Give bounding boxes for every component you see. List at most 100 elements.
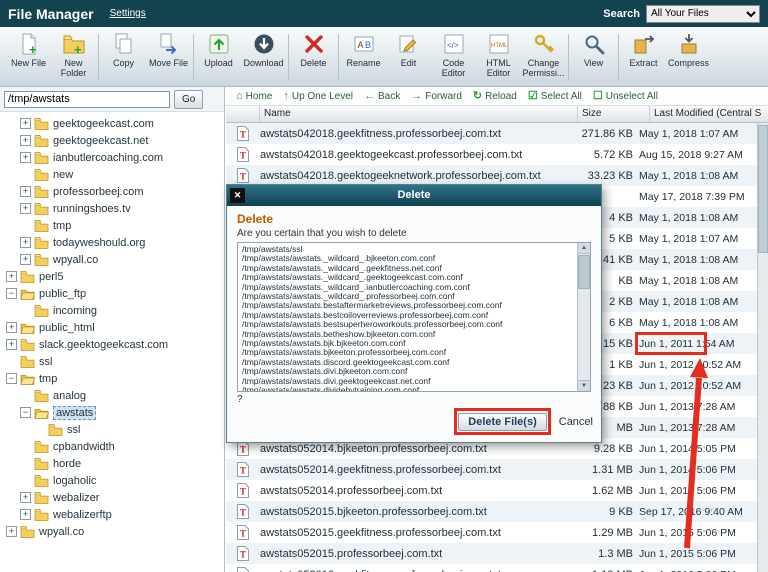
scroll-down-icon[interactable]: ▼ [578, 380, 590, 391]
toolbar-label: HTML Editor [477, 58, 521, 78]
action-unselect-all[interactable]: ☐Unselect All [593, 91, 658, 102]
tree-item-todayweshould-org[interactable]: +todayweshould.org [0, 234, 224, 251]
file-row[interactable]: Tawstats052014.geekfitness.professorbeej… [226, 459, 757, 480]
tree-item-awstats[interactable]: −awstats [0, 404, 224, 421]
file-row[interactable]: Tawstats052015.bjkeeton.professorbeej.co… [226, 501, 757, 522]
toolbar-view[interactable]: View [571, 31, 616, 68]
tree-item-ianbutlercoaching-com[interactable]: +ianbutlercoaching.com [0, 149, 224, 166]
toolbar-edit[interactable]: Edit [386, 31, 431, 68]
expand-icon[interactable]: + [20, 509, 31, 520]
toolbar-new-folder[interactable]: +New Folder [51, 31, 96, 78]
expand-icon[interactable]: + [6, 322, 17, 333]
cancel-button[interactable]: Cancel [559, 416, 593, 428]
settings-link[interactable]: Settings [110, 8, 146, 19]
toolbar-divider [568, 34, 569, 80]
collapse-icon[interactable]: − [20, 407, 31, 418]
tree-item-public-html[interactable]: +public_html [0, 319, 224, 336]
toolbar-compress[interactable]: Compress [666, 31, 711, 68]
action-home[interactable]: ⌂Home [236, 91, 272, 102]
tree-item-ssl[interactable]: ssl [0, 353, 224, 370]
expand-icon[interactable]: + [20, 254, 31, 265]
delete-files-button[interactable]: Delete File(s) [458, 413, 546, 431]
tree-item-perl5[interactable]: +perl5 [0, 268, 224, 285]
toolbar-download[interactable]: Download [241, 31, 286, 68]
expand-icon[interactable]: + [20, 186, 31, 197]
expand-icon[interactable]: + [20, 135, 31, 146]
file-modified: May 1, 2018 1:08 AM [639, 171, 757, 181]
tree-item-cpbandwidth[interactable]: cpbandwidth [0, 438, 224, 455]
action-select-all[interactable]: ☑Select All [528, 91, 582, 102]
tree-item-webalizer[interactable]: +webalizer [0, 489, 224, 506]
scroll-up-icon[interactable]: ▲ [578, 243, 590, 254]
tree-item-public-ftp[interactable]: −public_ftp [0, 285, 224, 302]
tree-item-ssl[interactable]: ssl [0, 421, 224, 438]
toolbar-rename[interactable]: ABRename [341, 31, 386, 68]
search-filter-select[interactable]: All Your Files [646, 5, 760, 23]
tree-item-new[interactable]: new [0, 166, 224, 183]
tree-item-geektogeekcast-com[interactable]: +geektogeekcast.com [0, 115, 224, 132]
column-size[interactable]: Size [578, 106, 650, 122]
toolbar-change-permissi[interactable]: Change Permissi... [521, 31, 566, 78]
expand-icon[interactable]: + [20, 152, 31, 163]
file-row[interactable]: Tawstats052014.professorbeej.com.txt1.62… [226, 480, 757, 501]
expand-icon[interactable]: + [20, 203, 31, 214]
path-input[interactable] [4, 91, 170, 108]
file-row[interactable]: Tawstats052015.professorbeej.com.txt1.3 … [226, 543, 757, 564]
toolbar-move-file[interactable]: Move File [146, 31, 191, 68]
close-icon[interactable]: ✕ [230, 188, 245, 203]
path-go-button[interactable]: Go [174, 90, 203, 109]
toolbar-divider [193, 34, 194, 80]
tree-item-horde[interactable]: horde [0, 455, 224, 472]
action-forward[interactable]: →Forward [411, 91, 462, 102]
expand-icon[interactable]: + [20, 237, 31, 248]
expand-icon[interactable]: + [20, 118, 31, 129]
file-modified: Sep 17, 2016 9:40 AM [639, 507, 757, 517]
file-action-bar: ⌂Home ↑Up One Level ←Back →Forward ↻Reload ☑S… [226, 87, 768, 106]
expand-icon[interactable]: + [6, 339, 17, 350]
file-row[interactable]: Tawstats052016.geekfitness.professorbeej… [226, 564, 757, 572]
tree-item-wpyall-co[interactable]: +wpyall.co [0, 251, 224, 268]
toolbar-delete[interactable]: Delete [291, 31, 336, 68]
file-row[interactable]: Tawstats042018.geektogeeknetwork.profess… [226, 165, 757, 186]
dialog-scrollbar[interactable]: ▲ ▼ [577, 243, 590, 391]
toolbar-extract[interactable]: Extract [621, 31, 666, 68]
column-modified[interactable]: Last Modified (Central S [650, 106, 768, 122]
tree-item-webalizerftp[interactable]: +webalizerftp [0, 506, 224, 523]
collapse-icon[interactable]: − [6, 288, 17, 299]
file-modified: Jun 1, 2013 7:28 AM [639, 402, 757, 412]
tree-item-analog[interactable]: analog [0, 387, 224, 404]
scrollbar-thumb[interactable] [758, 125, 768, 253]
tree-item-geektogeekcast-net[interactable]: +geektogeekcast.net [0, 132, 224, 149]
folder-open-icon [20, 287, 35, 300]
file-row[interactable]: Tawstats042018.geekfitness.professorbeej… [226, 123, 757, 144]
vertical-scrollbar[interactable] [757, 123, 768, 572]
tree-item-slack-geektogeekcast-com[interactable]: +slack.geektogeekcast.com [0, 336, 224, 353]
toolbar-html-editor[interactable]: HTMLHTML Editor [476, 31, 521, 78]
expand-icon[interactable]: + [6, 526, 17, 537]
toolbar-new-file[interactable]: +New File [6, 31, 51, 68]
tree-item-label: runningshoes.tv [53, 203, 131, 215]
collapse-icon[interactable]: − [6, 373, 17, 384]
column-name[interactable]: Name [260, 106, 578, 122]
tree-item-runningshoes-tv[interactable]: + runningshoes.tv [0, 200, 224, 217]
folder-closed-icon [34, 202, 49, 215]
expand-icon[interactable]: + [6, 271, 17, 282]
tree-item-wpyall-co[interactable]: +wpyall.co [0, 523, 224, 540]
file-row[interactable]: Tawstats042018.geektogeekcast.professorb… [226, 144, 757, 165]
tree-item-logaholic[interactable]: logaholic [0, 472, 224, 489]
action-reload[interactable]: ↻Reload [473, 91, 517, 102]
tree-item-tmp[interactable]: −tmp [0, 370, 224, 387]
toolbar-divider [618, 34, 619, 80]
tree-item-incoming[interactable]: incoming [0, 302, 224, 319]
file-row[interactable]: Tawstats052015.geekfitness.professorbeej… [226, 522, 757, 543]
tree-item-professorbeej-com[interactable]: +professorbeej.com [0, 183, 224, 200]
delete-file-list[interactable]: /tmp/awstats/ssl/tmp/awstats/awstats._wi… [237, 242, 591, 392]
action-back[interactable]: ←Back [364, 91, 400, 102]
toolbar-code-editor[interactable]: </>Code Editor [431, 31, 476, 78]
dialog-scrollbar-thumb[interactable] [578, 255, 590, 289]
action-up-one-level[interactable]: ↑Up One Level [283, 91, 353, 102]
tree-item-tmp[interactable]: tmp [0, 217, 224, 234]
toolbar-upload[interactable]: Upload [196, 31, 241, 68]
expand-icon[interactable]: + [20, 492, 31, 503]
toolbar-copy[interactable]: Copy [101, 31, 146, 68]
